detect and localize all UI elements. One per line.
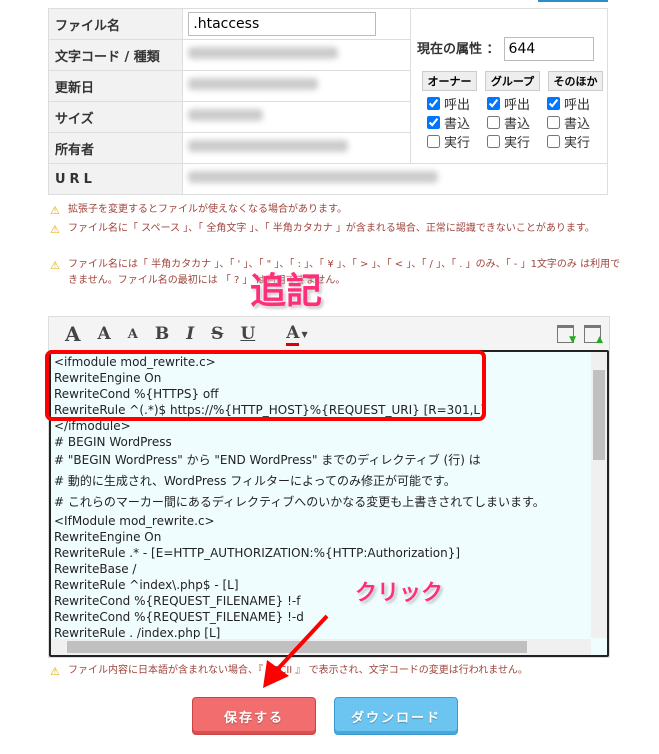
attr-label: 現在の属性 ： xyxy=(417,42,500,57)
label-url: URL xyxy=(47,163,184,195)
checkbox[interactable] xyxy=(427,97,440,110)
export-icon[interactable]: ▲ xyxy=(584,325,603,345)
other-button[interactable]: そのほか xyxy=(548,71,603,91)
group-write-checkbox[interactable]: 書込 xyxy=(487,113,547,132)
append-annotation: 追記 xyxy=(250,271,323,312)
owner-read-checkbox[interactable]: 呼出 xyxy=(427,94,487,113)
owner-write-checkbox[interactable]: 書込 xyxy=(427,113,487,132)
editor-toolbar: A A A B I S U A ▼ ▼ ▲ xyxy=(49,317,609,351)
checkbox-label: 書込 xyxy=(504,117,531,132)
vertical-scrollbar[interactable] xyxy=(591,352,607,638)
group-button[interactable]: グループ xyxy=(485,71,540,91)
chevron-down-icon[interactable]: ▼ xyxy=(301,329,307,339)
underline-button[interactable]: U xyxy=(240,324,255,344)
owner-button[interactable]: オーナー xyxy=(422,71,477,91)
checkbox-label: 実行 xyxy=(444,136,471,151)
checkbox-label: 呼出 xyxy=(504,98,531,113)
checkbox[interactable] xyxy=(547,135,560,148)
checkbox[interactable] xyxy=(427,135,440,148)
warning-icon: ⚠ xyxy=(50,204,60,217)
font-small-button[interactable]: A xyxy=(128,327,138,342)
checkbox[interactable] xyxy=(487,135,500,148)
label-owner: 所有者 xyxy=(47,132,184,164)
other-exec-checkbox[interactable]: 実行 xyxy=(547,132,607,151)
arrow-icon xyxy=(263,614,329,688)
blurred-value xyxy=(188,140,349,152)
label-size: サイズ xyxy=(47,101,184,133)
italic-button[interactable]: I xyxy=(186,324,194,344)
checkbox[interactable] xyxy=(547,97,560,110)
label-updated: 更新日 xyxy=(47,70,184,102)
code-line: RewriteBase / xyxy=(54,562,137,576)
filename-input[interactable] xyxy=(188,12,377,36)
perm-row-write: 書込 書込 書込 xyxy=(427,113,607,132)
code-line: # 動的に生成され、WordPress フィルターによってのみ修正が可能です。 xyxy=(54,474,456,488)
code-line: # BEGIN WordPress xyxy=(54,435,172,449)
font-medium-button[interactable]: A xyxy=(98,324,111,344)
bold-button[interactable]: B xyxy=(155,324,169,344)
code-line: RewriteRule .* - [E=HTTP_AUTHORIZATION:%… xyxy=(54,546,461,560)
checkbox[interactable] xyxy=(427,116,440,129)
import-icon[interactable]: ▼ xyxy=(557,325,576,345)
save-button[interactable]: 保存する xyxy=(192,697,316,735)
code-line: RewriteRule ^index\.php$ - [L] xyxy=(54,578,239,592)
click-annotation: クリック xyxy=(355,581,444,606)
download-button[interactable]: ダウンロード xyxy=(334,697,458,735)
file-info-table: ファイル名 現在の属性 ： オーナーグループそのほか 呼出呼出呼出書込書込書込実… xyxy=(47,8,608,195)
blurred-value xyxy=(188,78,319,90)
blurred-value xyxy=(188,171,439,183)
group-exec-checkbox[interactable]: 実行 xyxy=(487,132,547,151)
checkbox-label: 実行 xyxy=(504,136,531,151)
checkbox-label: 書込 xyxy=(564,117,591,132)
other-read-checkbox[interactable]: 呼出 xyxy=(547,94,607,113)
blurred-value xyxy=(188,109,264,121)
font-color-button[interactable]: A xyxy=(286,323,300,346)
warning-icon: ⚠ xyxy=(50,259,60,272)
warning-3: ⚠ ファイル名には「 半角カタカナ 」、「 ' 」、「 " 」、「 : 」、「 ¥… xyxy=(50,259,621,286)
perm-row-exec: 実行 実行 実行 xyxy=(427,132,607,151)
code-line: RewriteCond %{REQUEST_FILENAME} !-f xyxy=(54,594,301,608)
group-read-checkbox[interactable]: 呼出 xyxy=(487,94,547,113)
attr-input[interactable] xyxy=(503,37,594,61)
code-line: <IfModule mod_rewrite.c> xyxy=(54,514,215,528)
code-line: RewriteEngine On xyxy=(54,530,162,544)
warning-1: ⚠ 拡張子を変更するとファイルが使えなくなる場合があります。 xyxy=(50,204,347,217)
label-encoding: 文字コード / 種類 xyxy=(47,39,184,71)
warning-icon: ⚠ xyxy=(50,665,60,678)
checkbox-label: 呼出 xyxy=(444,98,471,113)
checkbox[interactable] xyxy=(487,116,500,129)
checkbox[interactable] xyxy=(547,116,560,129)
attributes-panel: 現在の属性 ： オーナーグループそのほか 呼出 呼出 呼出書込 書込 書込実行 実行 実行 xyxy=(410,8,608,164)
font-large-button[interactable]: A xyxy=(65,322,81,346)
top-accent-bar xyxy=(538,0,608,2)
code-line: # "BEGIN WordPress" から "END WordPress" ま… xyxy=(54,453,481,467)
added-code-highlight xyxy=(45,350,486,421)
checkbox[interactable] xyxy=(487,97,500,110)
strike-button[interactable]: S xyxy=(211,324,223,344)
warning-icon: ⚠ xyxy=(50,223,60,236)
code-line: # これらのマーカー間にあるディレクティブへのいかなる変更も上書きされてしまいま… xyxy=(54,495,545,509)
owner-exec-checkbox[interactable]: 実行 xyxy=(427,132,487,151)
checkbox-label: 呼出 xyxy=(564,98,591,113)
label-filename: ファイル名 xyxy=(47,8,184,40)
other-write-checkbox[interactable]: 書込 xyxy=(547,113,607,132)
footer-warning: ⚠ ファイル内容に日本語が含まれない場合、『 ASCII 』 で表示され、文字コー… xyxy=(50,665,528,678)
checkbox-label: 実行 xyxy=(564,136,591,151)
blurred-value xyxy=(188,47,339,59)
warning-2: ⚠ ファイル名に「 スペース 」、「 全角文字 」、「 半角カタカナ 」が含まれる… xyxy=(50,223,595,236)
perm-row-read: 呼出 呼出 呼出 xyxy=(427,94,607,113)
checkbox-label: 書込 xyxy=(444,117,471,132)
